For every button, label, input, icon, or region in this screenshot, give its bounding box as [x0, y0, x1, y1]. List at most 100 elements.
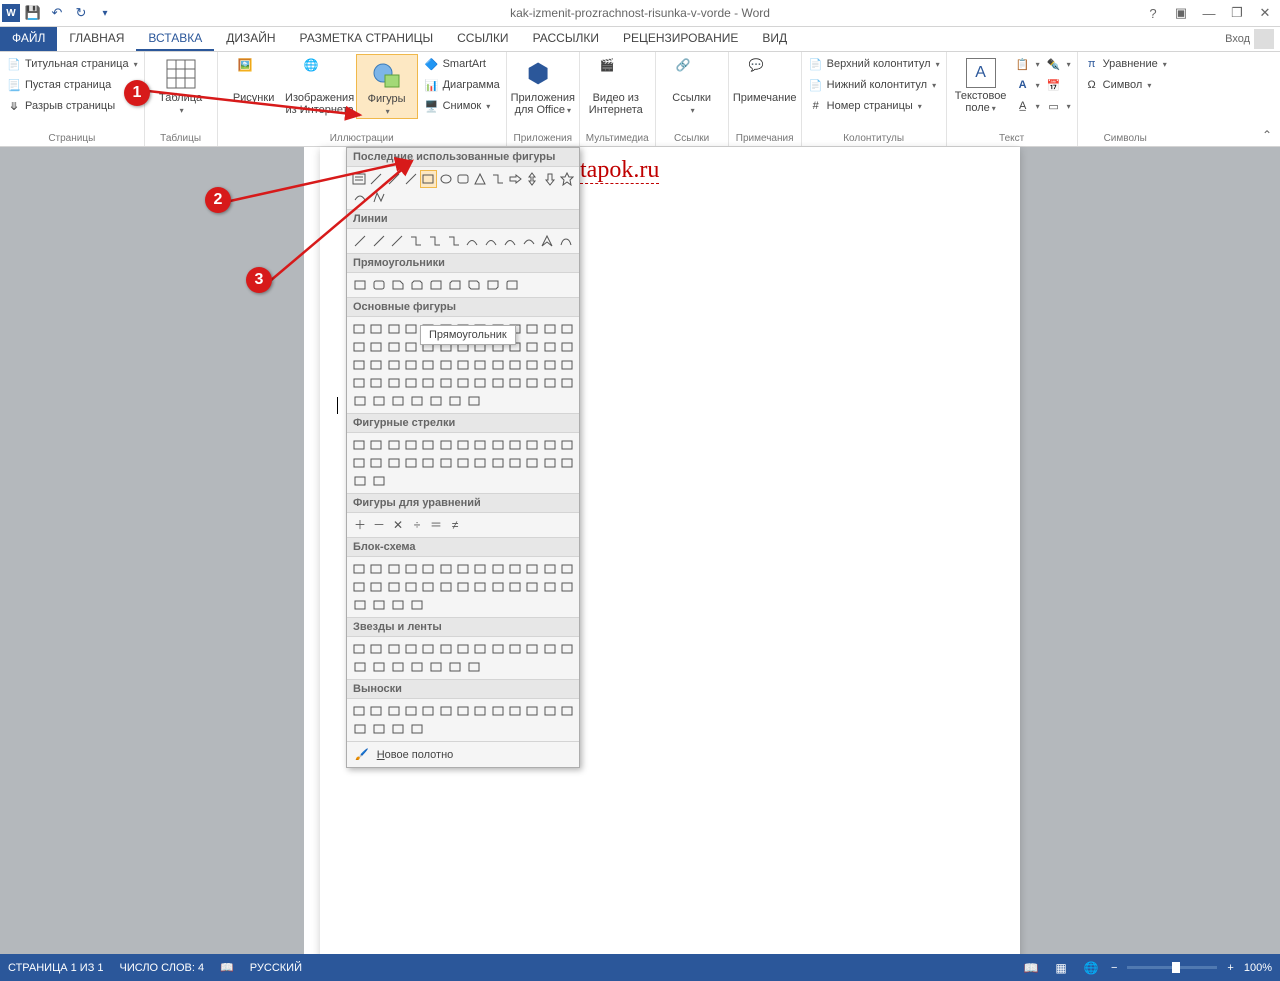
quick-parts-button[interactable]: 📋▾ [1015, 54, 1040, 74]
shape-item[interactable] [351, 596, 369, 614]
shape-item[interactable] [438, 454, 454, 472]
shape-item[interactable] [420, 578, 436, 596]
zoom-in-button[interactable]: + [1227, 962, 1233, 974]
shape-item[interactable] [465, 392, 483, 410]
shape-item[interactable] [420, 702, 436, 720]
shape-item[interactable] [559, 356, 575, 374]
tab-design[interactable]: ДИЗАЙН [214, 27, 287, 51]
shape-oval[interactable] [438, 170, 454, 188]
shape-item[interactable] [408, 392, 426, 410]
shape-item[interactable] [403, 374, 419, 392]
shape-item[interactable] [351, 374, 367, 392]
shape-item[interactable] [507, 560, 523, 578]
shape-item[interactable] [490, 356, 506, 374]
shape-item[interactable] [541, 560, 557, 578]
shape-item[interactable] [403, 640, 419, 658]
shape-item[interactable] [408, 596, 426, 614]
blank-page-button[interactable]: 📃Пустая страница [6, 75, 138, 95]
shape-item[interactable] [541, 578, 557, 596]
shape-item[interactable] [455, 560, 471, 578]
shape-item[interactable] [386, 320, 402, 338]
view-print-button[interactable]: ▦ [1051, 958, 1071, 978]
shape-triangle[interactable] [472, 170, 488, 188]
shape-item[interactable] [455, 702, 471, 720]
redo-button[interactable]: ↻ [70, 2, 92, 24]
shape-item[interactable] [389, 596, 407, 614]
shape-item[interactable] [438, 356, 454, 374]
undo-button[interactable]: ↶ [46, 2, 68, 24]
tab-view[interactable]: ВИД [750, 27, 799, 51]
status-language[interactable]: РУССКИЙ [250, 962, 302, 974]
shape-item[interactable] [351, 338, 367, 356]
restore-button[interactable]: ❐ [1226, 2, 1248, 24]
equation-button[interactable]: πУравнение▾ [1084, 54, 1167, 74]
new-canvas-item[interactable]: 🖌️ Новое полотно [347, 741, 579, 767]
shape-item[interactable] [403, 702, 419, 720]
shape-rect8[interactable] [484, 276, 502, 294]
shape-rectangle[interactable] [420, 170, 436, 188]
shape-item[interactable] [351, 560, 367, 578]
shape-item[interactable] [420, 560, 436, 578]
shape-item[interactable] [386, 640, 402, 658]
drop-cap-button[interactable]: A̲▾ [1015, 96, 1040, 116]
shape-item[interactable] [490, 640, 506, 658]
shape-elbow[interactable] [490, 170, 506, 188]
shape-item[interactable] [351, 320, 367, 338]
shape-rect7[interactable] [465, 276, 483, 294]
shape-item[interactable] [472, 436, 488, 454]
shape-item[interactable] [386, 436, 402, 454]
shape-item[interactable] [541, 702, 557, 720]
shape-item[interactable] [438, 702, 454, 720]
shape-item[interactable] [559, 560, 575, 578]
datetime-button[interactable]: 📅 [1046, 75, 1071, 95]
shape-plus[interactable]: ＋ [351, 516, 369, 534]
shape-curve1[interactable] [464, 232, 482, 250]
shape-item[interactable] [389, 658, 407, 676]
shape-item[interactable] [455, 578, 471, 596]
tab-review[interactable]: РЕЦЕНЗИРОВАНИЕ [611, 27, 750, 51]
shape-item[interactable] [368, 640, 384, 658]
status-words[interactable]: ЧИСЛО СЛОВ: 4 [120, 962, 205, 974]
shape-item[interactable] [420, 640, 436, 658]
shape-minus[interactable]: － [370, 516, 388, 534]
shape-mult[interactable]: ✕ [389, 516, 407, 534]
shape-item[interactable] [507, 454, 523, 472]
shape-item[interactable] [524, 374, 540, 392]
shape-item[interactable] [507, 578, 523, 596]
shape-freeform2[interactable] [539, 232, 557, 250]
shape-item[interactable] [559, 320, 575, 338]
ribbon-collapse-button[interactable]: ⌃ [1262, 128, 1272, 142]
header-button[interactable]: 📄Верхний колонтитул▾ [808, 54, 940, 74]
shape-rect6[interactable] [446, 276, 464, 294]
status-page[interactable]: СТРАНИЦА 1 ИЗ 1 [8, 962, 104, 974]
login-link[interactable]: Вход [1225, 33, 1250, 45]
shape-item[interactable] [420, 454, 436, 472]
shape-item[interactable] [438, 436, 454, 454]
shape-item[interactable] [438, 560, 454, 578]
shape-elbow3[interactable] [445, 232, 463, 250]
shape-item[interactable] [351, 356, 367, 374]
object-button[interactable]: ▭▾ [1046, 96, 1071, 116]
shape-item[interactable] [472, 454, 488, 472]
smartart-button[interactable]: 🔷SmartArt [424, 54, 500, 74]
shape-item[interactable] [490, 454, 506, 472]
shape-item[interactable] [524, 578, 540, 596]
ribbon-display-button[interactable]: ▣ [1170, 2, 1192, 24]
shape-item[interactable] [403, 436, 419, 454]
shape-item[interactable] [389, 720, 407, 738]
shape-item[interactable] [559, 702, 575, 720]
shape-arrow-updown[interactable] [524, 170, 540, 188]
shape-curve2[interactable] [482, 232, 500, 250]
shape-item[interactable] [403, 578, 419, 596]
save-button[interactable]: 💾 [22, 2, 44, 24]
shape-item[interactable] [541, 640, 557, 658]
shape-item[interactable] [368, 454, 384, 472]
tab-insert[interactable]: ВСТАВКА [136, 27, 214, 51]
shape-arrow-down[interactable] [541, 170, 557, 188]
shape-item[interactable] [559, 578, 575, 596]
footer-button[interactable]: 📄Нижний колонтитул▾ [808, 75, 940, 95]
shape-item[interactable] [559, 374, 575, 392]
shape-item[interactable] [351, 658, 369, 676]
comment-button[interactable]: 💬Примечание [735, 54, 795, 104]
chart-button[interactable]: 📊Диаграмма [424, 75, 500, 95]
